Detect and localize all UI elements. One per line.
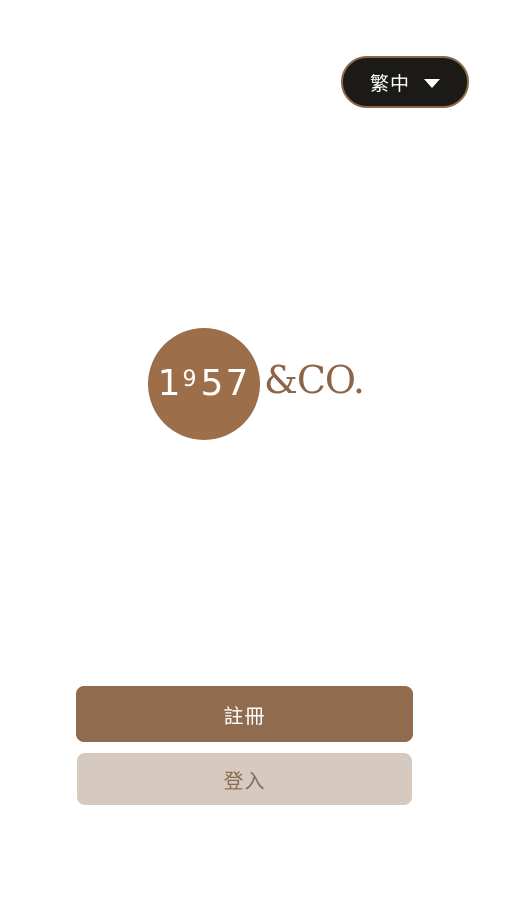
caret-down-icon xyxy=(424,79,440,88)
logo-suffix: &CO. xyxy=(264,358,365,402)
login-button[interactable]: 登入 xyxy=(77,753,412,805)
logo-year-rest: 57 xyxy=(200,363,251,404)
logo-year-first: 1 xyxy=(157,363,183,404)
logo-year: 1 9 57 xyxy=(148,328,260,440)
brand-logo: 1 9 57 &CO. xyxy=(148,328,378,440)
register-button[interactable]: 註冊 xyxy=(76,686,413,742)
language-selector-label: 繁中 xyxy=(369,72,410,95)
logo-year-sup: 9 xyxy=(182,367,199,392)
language-selector[interactable]: 繁中 xyxy=(341,56,469,108)
